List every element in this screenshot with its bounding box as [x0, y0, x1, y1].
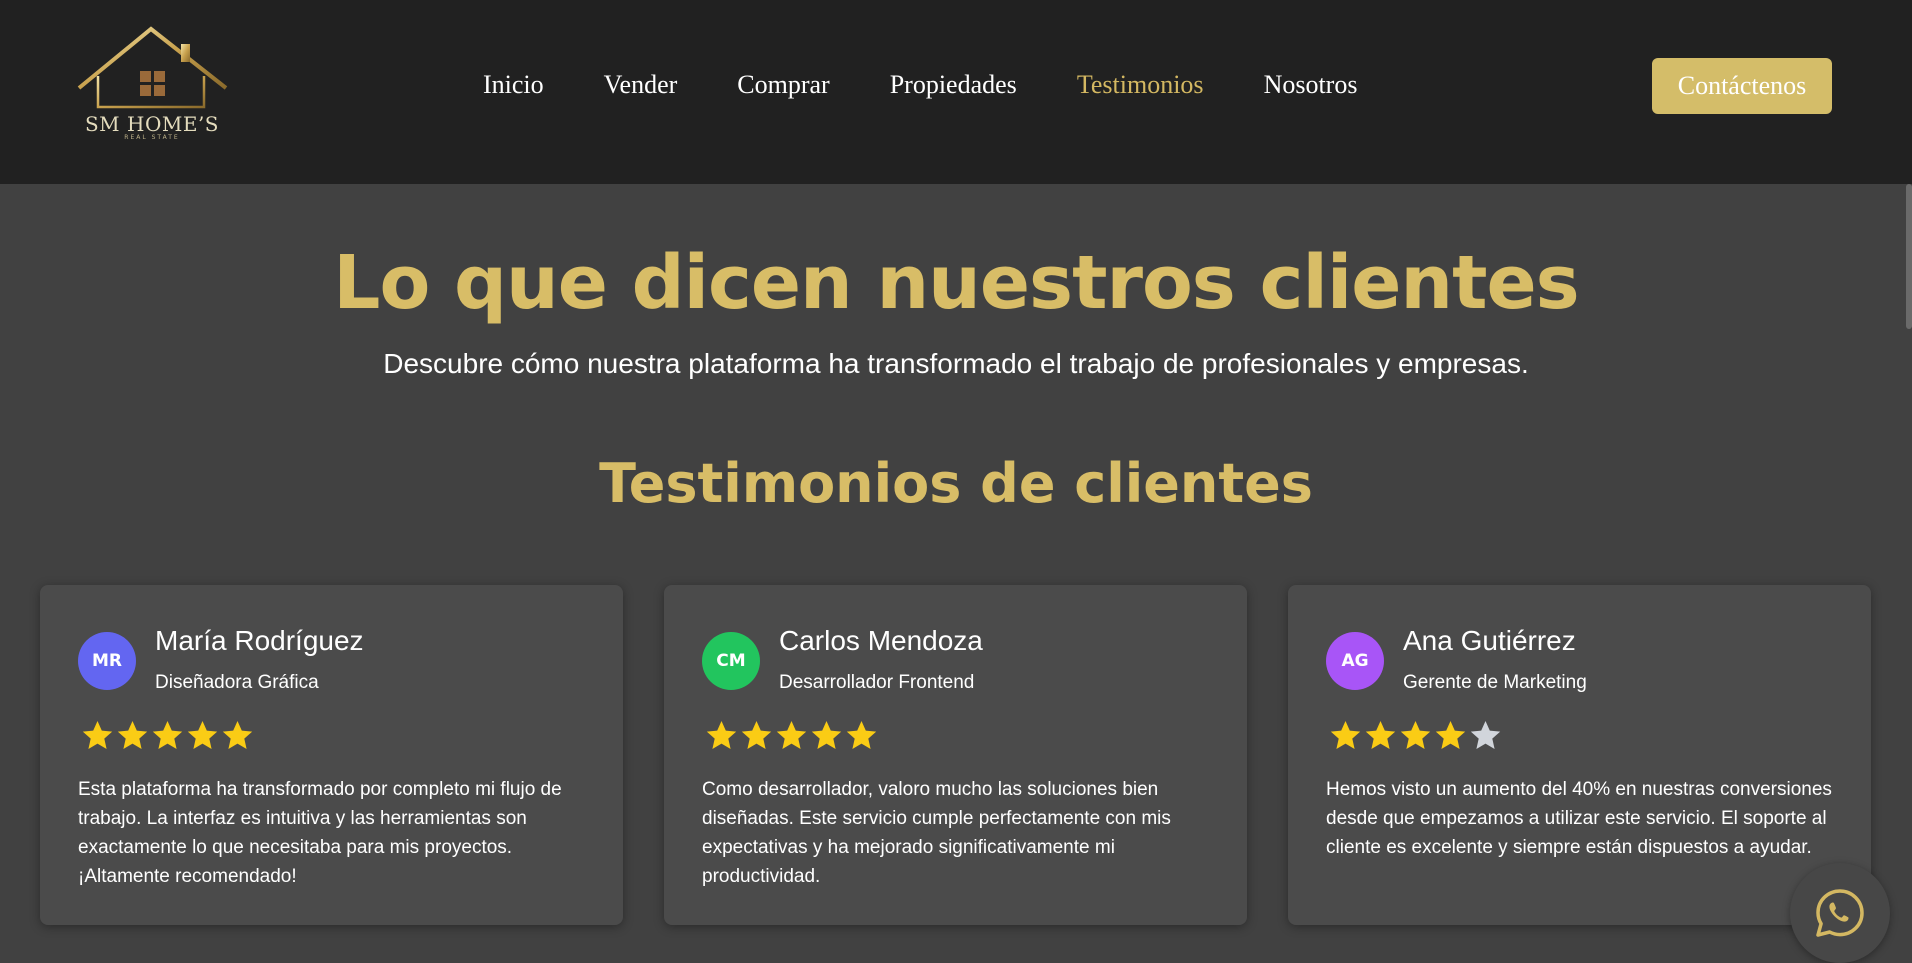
brand-name: SM HOME’S: [84, 112, 219, 136]
hero-title: Lo que dicen nuestros clientes: [333, 240, 1579, 326]
page: SM HOME’S REAL STATE Inicio Vender Compr…: [0, 0, 1912, 963]
star-filled-icon: [741, 721, 772, 749]
star-filled-icon: [1400, 721, 1431, 749]
testimonial-card: AG Ana Gutiérrez Gerente de Marketing He…: [1288, 585, 1871, 925]
nav-item-vender[interactable]: Vender: [604, 70, 678, 100]
testimonial-role: Gerente de Marketing: [1403, 672, 1587, 693]
brand-logo[interactable]: SM HOME’S REAL STATE: [76, 26, 228, 146]
testimonial-card: CM Carlos Mendoza Desarrollador Frontend…: [664, 585, 1247, 925]
testimonial-role: Desarrollador Frontend: [779, 672, 975, 693]
star-filled-icon: [187, 721, 218, 749]
avatar: MR: [78, 632, 136, 690]
nav-item-testimonios[interactable]: Testimonios: [1077, 70, 1204, 100]
star-filled-icon: [811, 721, 842, 749]
contact-button[interactable]: Contáctenos: [1652, 58, 1832, 114]
star-filled-icon: [706, 721, 737, 749]
brand-tagline: REAL STATE: [124, 134, 180, 141]
star-rating: [80, 719, 255, 751]
star-rating: [704, 719, 879, 751]
star-rating: [1328, 719, 1503, 751]
avatar: AG: [1326, 632, 1384, 690]
section-title: Testimonios de clientes: [599, 452, 1313, 515]
nav-item-propiedades[interactable]: Propiedades: [890, 70, 1017, 100]
whatsapp-icon: [1816, 889, 1864, 937]
star-filled-icon: [222, 721, 253, 749]
star-filled-icon: [776, 721, 807, 749]
star-filled-icon: [1365, 721, 1396, 749]
star-filled-icon: [1435, 721, 1466, 749]
site-header: SM HOME’S REAL STATE Inicio Vender Compr…: [0, 0, 1912, 184]
testimonial-role: Diseñadora Gráfica: [155, 672, 319, 693]
testimonial-text: Esta plataforma ha transformado por comp…: [78, 779, 562, 887]
star-filled-icon: [1330, 721, 1361, 749]
avatar: CM: [702, 632, 760, 690]
star-filled-icon: [846, 721, 877, 749]
testimonial-name: María Rodríguez: [155, 625, 364, 656]
star-filled-icon: [152, 721, 183, 749]
whatsapp-button[interactable]: [1790, 863, 1890, 963]
testimonial-text: Como desarrollador, valoro mucho las sol…: [702, 779, 1171, 887]
testimonial-name: Carlos Mendoza: [779, 625, 983, 656]
nav-item-inicio[interactable]: Inicio: [483, 70, 544, 100]
testimonial-name: Ana Gutiérrez: [1403, 625, 1576, 656]
nav-item-comprar[interactable]: Comprar: [737, 70, 829, 100]
house-logo-icon: [77, 26, 228, 109]
testimonial-text: Hemos visto un aumento del 40% en nuestr…: [1326, 779, 1832, 858]
star-filled-icon: [117, 721, 148, 749]
main-nav: Inicio Vender Comprar Propiedades Testim…: [483, 68, 1357, 102]
testimonial-card: MR María Rodríguez Diseñadora Gráfica Es…: [40, 585, 623, 925]
star-empty-icon: [1470, 721, 1501, 749]
hero-subtitle: Descubre cómo nuestra plataforma ha tran…: [383, 348, 1529, 379]
star-filled-icon: [82, 721, 113, 749]
nav-item-nosotros[interactable]: Nosotros: [1264, 70, 1358, 100]
